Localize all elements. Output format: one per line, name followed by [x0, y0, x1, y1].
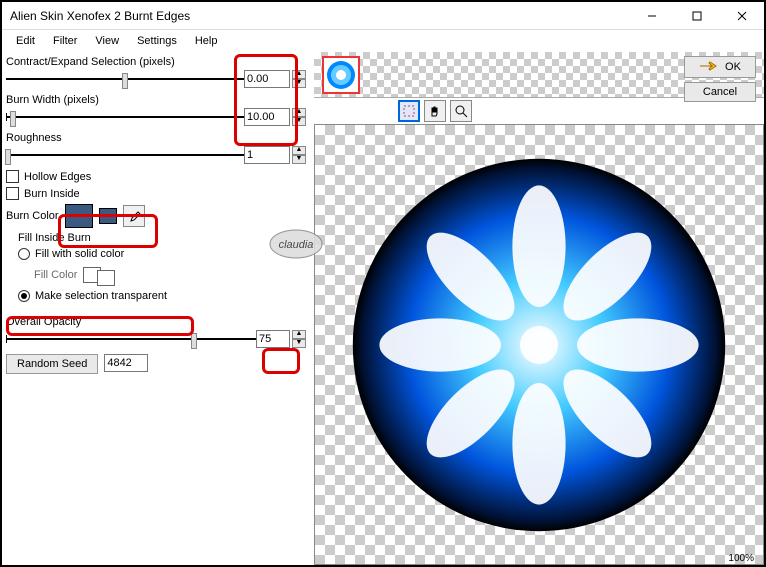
maximize-button[interactable] [674, 2, 719, 30]
opacity-input[interactable] [256, 330, 290, 348]
burninside-checkbox[interactable] [6, 187, 19, 200]
menu-view[interactable]: View [87, 33, 127, 49]
burn-color-2-swatch[interactable] [99, 208, 117, 224]
fillinside-label: Fill Inside Burn [18, 232, 306, 244]
roughness-spinner[interactable]: ▲▼ [292, 146, 306, 164]
svg-text:claudia: claudia [279, 239, 314, 251]
marquee-tool-icon[interactable] [398, 100, 420, 122]
titlebar: Alien Skin Xenofex 2 Burnt Edges [2, 2, 764, 30]
menu-filter[interactable]: Filter [45, 33, 85, 49]
random-seed-button[interactable]: Random Seed [6, 354, 98, 374]
menu-edit[interactable]: Edit [8, 33, 43, 49]
menubar: Edit Filter View Settings Help [2, 30, 764, 52]
burn-color-1-swatch[interactable] [65, 204, 93, 228]
contract-label: Contract/Expand Selection (pixels) [6, 56, 306, 68]
preview-panel: 100% [314, 52, 764, 565]
thumbnail[interactable] [322, 56, 360, 94]
roughness-slider[interactable] [6, 149, 244, 161]
ok-label: OK [725, 61, 741, 73]
watermark: claudia [268, 226, 324, 262]
cancel-button[interactable]: Cancel [684, 82, 756, 102]
eyedropper-button[interactable] [123, 205, 145, 227]
opacity-label: Overall Opacity [6, 316, 306, 328]
hollow-label: Hollow Edges [24, 171, 91, 183]
burnwidth-input[interactable] [244, 108, 290, 126]
burnwidth-label: Burn Width (pixels) [6, 94, 306, 106]
contract-spinner[interactable]: ▲▼ [292, 70, 306, 88]
transparent-radio[interactable] [18, 290, 30, 302]
fillcolor-label: Fill Color [34, 269, 77, 281]
minimize-button[interactable] [629, 2, 674, 30]
seed-input[interactable] [104, 354, 148, 372]
burnwidth-spinner[interactable]: ▲▼ [292, 108, 306, 126]
contract-input[interactable] [244, 70, 290, 88]
transparent-label: Make selection transparent [35, 290, 167, 302]
zoom-tool-icon[interactable] [450, 100, 472, 122]
hollow-checkbox[interactable] [6, 170, 19, 183]
fillsolid-radio[interactable] [18, 248, 30, 260]
roughness-input[interactable] [244, 146, 290, 164]
ok-button[interactable]: OK [684, 56, 756, 78]
close-button[interactable] [719, 2, 764, 30]
pointing-hand-icon [699, 59, 721, 76]
zoom-level: 100% [728, 553, 754, 564]
window-title: Alien Skin Xenofex 2 Burnt Edges [10, 9, 629, 23]
fillsolid-label: Fill with solid color [35, 248, 124, 260]
menu-settings[interactable]: Settings [129, 33, 185, 49]
burninside-label: Burn Inside [24, 188, 80, 200]
parameters-panel: Contract/Expand Selection (pixels) ▲▼ Bu… [2, 52, 314, 565]
burncolor-label: Burn Color [6, 210, 59, 222]
roughness-label: Roughness [6, 132, 306, 144]
preview-canvas[interactable] [314, 124, 764, 565]
opacity-slider[interactable] [6, 333, 256, 345]
fillcolor-swatch-2[interactable] [97, 270, 115, 286]
hand-tool-icon[interactable] [424, 100, 446, 122]
contract-slider[interactable] [6, 73, 244, 85]
menu-help[interactable]: Help [187, 33, 226, 49]
burnwidth-slider[interactable] [6, 111, 244, 123]
opacity-spinner[interactable]: ▲▼ [292, 330, 306, 348]
dialog-buttons: OK Cancel [684, 56, 756, 102]
